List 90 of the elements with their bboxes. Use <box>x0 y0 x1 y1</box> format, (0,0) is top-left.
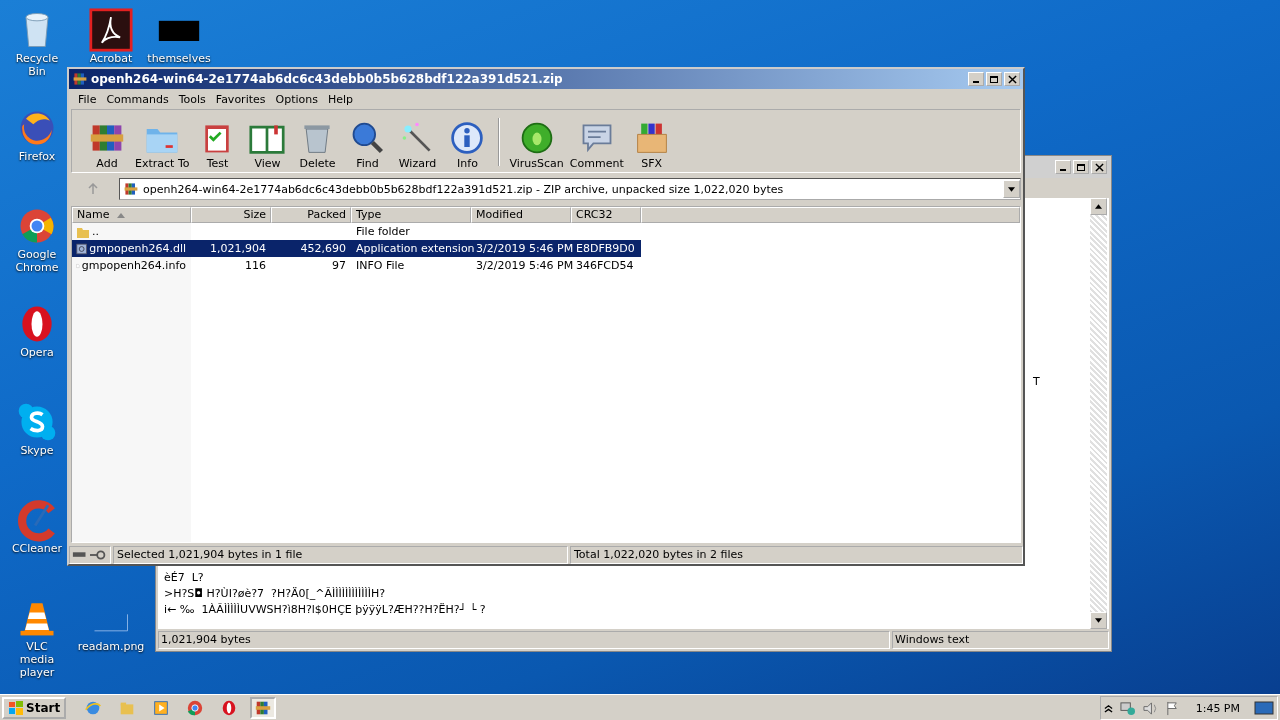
dropdown-button[interactable] <box>1003 180 1020 198</box>
books-stack-icon <box>72 71 88 87</box>
table-cell: 452,690 <box>300 242 346 255</box>
table-cell: E8DFB9D0 <box>576 242 635 255</box>
status-text: Selected 1,021,904 bytes in 1 file <box>113 545 568 564</box>
browser-icon <box>84 699 103 717</box>
desktop-icon-label[interactable]: themselves <box>147 52 211 65</box>
windows-flag-icon <box>8 700 24 716</box>
toolbar-button[interactable]: Comment <box>566 120 627 170</box>
table-cell: 3/2/2019 5:46 PM <box>476 242 574 255</box>
network-icon[interactable] <box>1118 700 1136 716</box>
minimize-button[interactable] <box>1055 160 1071 174</box>
toolbar-button[interactable]: Extract To <box>132 120 193 170</box>
toolbar-button[interactable]: Add <box>82 120 132 170</box>
toolbar-button[interactable]: Wizard <box>392 120 443 170</box>
clock[interactable]: 1:45 PM <box>1195 701 1240 715</box>
text-fragment: T <box>1033 375 1040 388</box>
scroll-up-icon[interactable] <box>1095 204 1102 209</box>
toolbar-button[interactable]: Test <box>192 120 243 170</box>
table-cell: INFO File <box>356 259 405 272</box>
desktop-icon-label[interactable]: Opera <box>20 346 54 359</box>
table-cell: 116 <box>245 259 266 272</box>
taskbar-button[interactable] <box>250 697 277 719</box>
column-header[interactable]: Type <box>351 207 471 223</box>
menu-item[interactable]: Options <box>270 92 323 106</box>
info-icon <box>449 120 486 156</box>
books-stack-icon <box>254 699 273 717</box>
desktop-icon-label[interactable]: readam.png <box>77 640 145 653</box>
file-row[interactable]: gmpopenh264.dll 1,021,904 452,690 Application extension 3/2/2019 5:46 PM E8DFB9D0 <box>72 240 641 257</box>
show-desktop-icon[interactable] <box>1254 700 1274 716</box>
column-header[interactable]: Name <box>72 207 191 223</box>
desktop-icon-label[interactable]: VLC media player <box>8 640 66 679</box>
status-text: Total 1,022,020 bytes in 2 files <box>570 545 1023 564</box>
text-line: >H?S◘ H?ÙI?øè?7 ?H?Ä0[_^ÃÌÌÌÌÌÌÌÌÌÌÌÌH? <box>164 586 387 602</box>
scrollbar[interactable] <box>1090 198 1107 629</box>
drive-key-icon[interactable] <box>69 545 111 564</box>
table-cell: gmpopenh264.dll <box>89 242 186 255</box>
status-text: Windows text <box>892 631 1109 649</box>
file-row[interactable]: gmpopenh264.info 116 97 INFO File 3/2/2019 5:46 PM 346FCD54 <box>72 257 641 274</box>
ring-logo-icon <box>186 699 205 717</box>
menu-item[interactable]: File <box>73 92 102 106</box>
column-header[interactable]: CRC32 <box>571 207 641 223</box>
menu-item[interactable]: Favorites <box>210 92 271 106</box>
toolbar-button[interactable]: SFX <box>626 120 677 170</box>
text-line: i← ‰ 1ÀÃÌÌÌÌÌUVWSH?ì8H?l$0HÇE þÿÿÿL?ÆH??H?ËH?┘ └ ? <box>164 602 486 618</box>
books-stack-icon <box>123 181 139 197</box>
address-field[interactable]: openh264-win64-2e1774ab6dc6c43debb0b5b628bdf122a391d521.zip - ZIP archive, unpacked size 1,022,020 bytes <box>119 178 1021 200</box>
chevron-up-icon[interactable] <box>1103 703 1113 713</box>
table-cell: 97 <box>332 259 346 272</box>
desktop-icon-label[interactable]: CCleaner <box>11 542 63 555</box>
column-header[interactable]: Size <box>191 207 271 223</box>
table-cell: 1,021,904 <box>210 242 266 255</box>
column-header[interactable]: Modified <box>471 207 571 223</box>
scroll-down-icon[interactable] <box>1095 618 1102 623</box>
maximize-button[interactable] <box>1073 160 1089 174</box>
desktop-icon-label[interactable]: Firefox <box>18 150 56 163</box>
desktop-icon-label[interactable]: Google Chrome <box>8 248 66 274</box>
toolbar-button[interactable]: Info <box>442 120 493 170</box>
table-cell: gmpopenh264.info <box>81 259 186 272</box>
table-cell: 3/2/2019 5:46 PM <box>476 259 574 272</box>
desktop-icon-label[interactable]: Recycle Bin <box>8 52 66 78</box>
close-button[interactable] <box>1004 72 1020 86</box>
menu-item[interactable]: Help <box>322 92 359 106</box>
desktop-icon-label[interactable]: Acrobat <box>89 52 133 65</box>
window-title: openh264-win64-2e1774ab6dc6c43debb0b5b628bdf122a391d521.zip <box>91 72 564 86</box>
column-header[interactable]: Packed <box>271 207 351 223</box>
status-text: 1,021,904 bytes <box>158 631 890 649</box>
table-cell: Application extension <box>356 242 475 255</box>
play-icon <box>152 699 171 717</box>
file-row[interactable]: .. File folder <box>72 223 641 240</box>
toolbar-button[interactable]: Delete <box>292 120 343 170</box>
menu-item[interactable]: Tools <box>173 92 211 106</box>
minimize-button[interactable] <box>968 72 984 86</box>
document-app-icon[interactable] <box>87 8 135 52</box>
speaker-icon[interactable] <box>1141 700 1159 716</box>
maximize-button[interactable] <box>986 72 1002 86</box>
menu-item[interactable]: Commands <box>101 92 174 106</box>
toolbar-button[interactable]: VirusScan <box>506 120 567 170</box>
flag-icon[interactable] <box>1164 700 1180 716</box>
table-cell: File folder <box>356 225 410 238</box>
text-line: èÉ7 L? <box>164 570 205 586</box>
table-cell: .. <box>92 225 99 238</box>
caret-icon <box>1008 186 1015 192</box>
table-cell: 346FCD54 <box>576 259 634 272</box>
close-button[interactable] <box>1091 160 1107 174</box>
start-button[interactable]: Start <box>2 697 67 719</box>
toolbar-button[interactable]: Find <box>342 120 393 170</box>
gear-file-icon <box>76 241 88 256</box>
toolbar-button[interactable]: View <box>242 120 293 170</box>
desktop-icon-label[interactable]: Skype <box>20 444 54 457</box>
